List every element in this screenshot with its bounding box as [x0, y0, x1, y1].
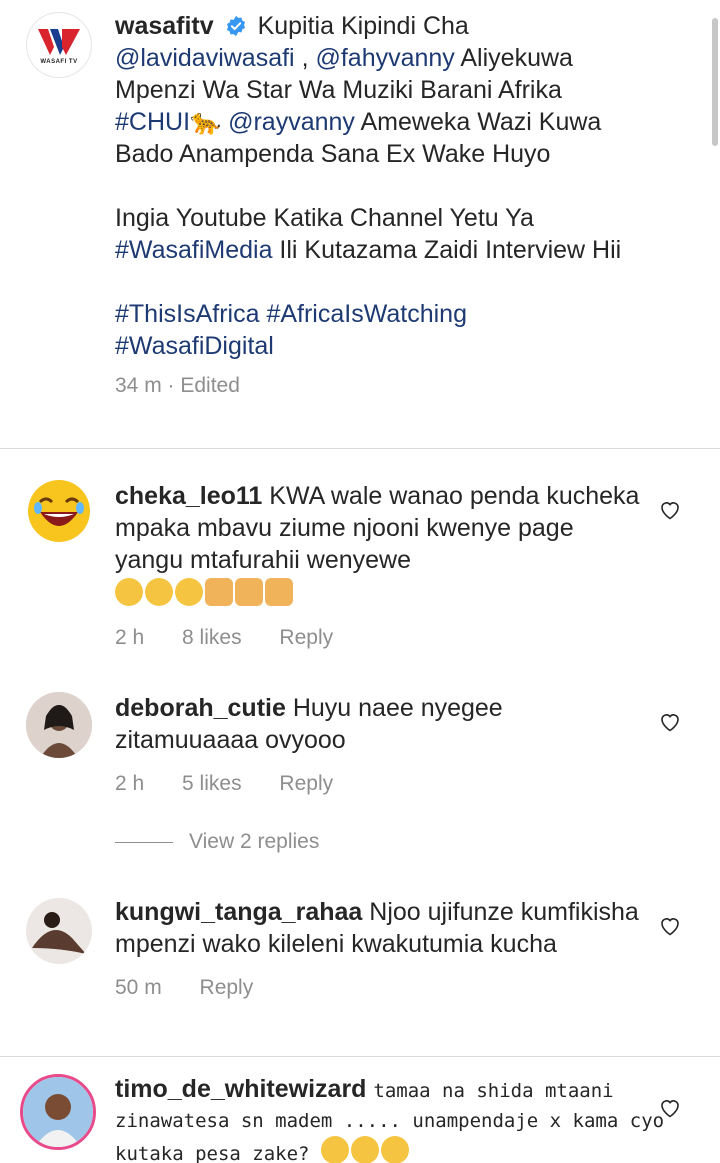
comment-text-fragment: kutaka pesa zake?	[115, 1143, 310, 1163]
verified-badge-icon	[226, 15, 245, 37]
profile-photo-avatar-icon	[23, 1077, 93, 1147]
grinning-emoji-icon	[115, 578, 143, 606]
caption-fragment: ,	[294, 44, 316, 72]
hashtag-link[interactable]: #ThisIsAfrica	[115, 300, 259, 328]
post-edited[interactable]: Edited	[180, 374, 240, 397]
comment-body: kungwi_tanga_rahaa Njoo ujifunze kumfiki…	[115, 896, 640, 1004]
comment-time: 50 m	[115, 976, 162, 999]
view-replies-button[interactable]: View 2 replies	[115, 830, 319, 854]
profile-photo-avatar-icon	[26, 692, 92, 758]
profile-photo-avatar-icon	[26, 898, 92, 964]
caption-fragment: Ili Kutazama Zaidi Interview Hii	[272, 236, 622, 264]
comment-time: 2 h	[115, 772, 145, 795]
post-caption: WASAFI TV wasafitv Kupitia Kipindi Cha @…	[0, 0, 720, 448]
wasafi-logo-icon	[38, 29, 80, 55]
reply-button[interactable]: Reply	[279, 626, 333, 649]
hashtag-link[interactable]: #AfricaIsWatching	[266, 300, 467, 328]
hashtag-link[interactable]: #WasafiDigital	[115, 332, 274, 360]
mention-link[interactable]: @fahyvanny	[315, 44, 454, 72]
post-username[interactable]: wasafitv	[115, 12, 214, 40]
laughing-face-avatar-icon	[28, 480, 90, 542]
view-replies-label: View 2 replies	[189, 830, 320, 853]
comment-text: tamaa na shida mtaani	[373, 1080, 614, 1102]
comment-username[interactable]: deborah_cutie	[115, 694, 286, 722]
comment-time: 2 h	[115, 626, 145, 649]
raised-hands-emoji-icon	[205, 578, 233, 606]
comment-body: timo_de_whitewizard tamaa na shida mtaan…	[115, 1074, 650, 1106]
comment-meta: 2 h 5 likes Reply	[115, 768, 640, 800]
divider	[0, 1056, 720, 1057]
comment-username[interactable]: kungwi_tanga_rahaa	[115, 898, 362, 926]
divider	[0, 448, 720, 449]
commenter-avatar-story-ring[interactable]	[20, 1074, 96, 1150]
commenter-avatar[interactable]	[26, 478, 92, 544]
caption-fragment: Ingia Youtube Katika Channel Yetu Ya	[115, 204, 534, 232]
like-heart-icon[interactable]	[658, 914, 682, 938]
hashtag-link[interactable]: #WasafiMedia	[115, 236, 272, 264]
comment-text-line: zinawatesa sn madem ..... unampendaje x …	[115, 1110, 665, 1132]
comment-likes[interactable]: 8 likes	[182, 626, 242, 649]
hashtag-link[interactable]: #CHUI🐆	[115, 108, 221, 136]
smile-emoji-icon	[350, 1136, 379, 1163]
smile-emoji-icon	[320, 1136, 349, 1163]
comment-likes[interactable]: 5 likes	[182, 772, 242, 795]
comment-username[interactable]: timo_de_whitewizard	[115, 1075, 366, 1103]
grinning-emoji-icon	[175, 578, 203, 606]
raised-hands-emoji-icon	[235, 578, 263, 606]
mention-link[interactable]: @lavidaviwasafi	[115, 44, 295, 72]
comment-text-line: kutaka pesa zake?	[115, 1136, 664, 1163]
smile-emoji-icon	[380, 1136, 409, 1163]
like-heart-icon[interactable]	[658, 710, 682, 734]
raised-hands-emoji-icon	[265, 578, 293, 606]
comment-body: deborah_cutie Huyu naee nyegee zitamuuaa…	[115, 692, 640, 800]
post-meta: 34 m · Edited	[115, 374, 240, 397]
comment-meta: 2 h 8 likes Reply	[115, 622, 640, 654]
like-heart-icon[interactable]	[658, 1096, 682, 1120]
post-time: 34 m	[115, 374, 162, 397]
commenter-avatar[interactable]	[26, 898, 92, 964]
mention-link[interactable]: @rayvanny	[228, 108, 355, 136]
caption-fragment: Kupitia Kipindi Cha	[257, 12, 469, 40]
reply-button[interactable]: Reply	[279, 772, 333, 795]
comment-body: cheka_leo11 KWA wale wanao penda kucheka…	[115, 480, 640, 654]
commenter-avatar[interactable]	[26, 692, 92, 758]
emoji-row	[115, 578, 640, 610]
comment-text-continued: zinawatesa sn madem ..... unampendaje x …	[115, 1106, 664, 1163]
like-heart-icon[interactable]	[658, 498, 682, 522]
wasafitv-avatar[interactable]: WASAFI TV	[26, 12, 92, 78]
comment-meta: 50 m Reply	[115, 972, 640, 1004]
logo-text: WASAFI TV	[40, 59, 78, 65]
grinning-emoji-icon	[145, 578, 173, 606]
comment-username[interactable]: cheka_leo11	[115, 482, 262, 510]
reply-button[interactable]: Reply	[200, 976, 254, 999]
replies-line	[115, 841, 173, 843]
caption-text: wasafitv Kupitia Kipindi Cha @lavidaviwa…	[115, 10, 630, 362]
